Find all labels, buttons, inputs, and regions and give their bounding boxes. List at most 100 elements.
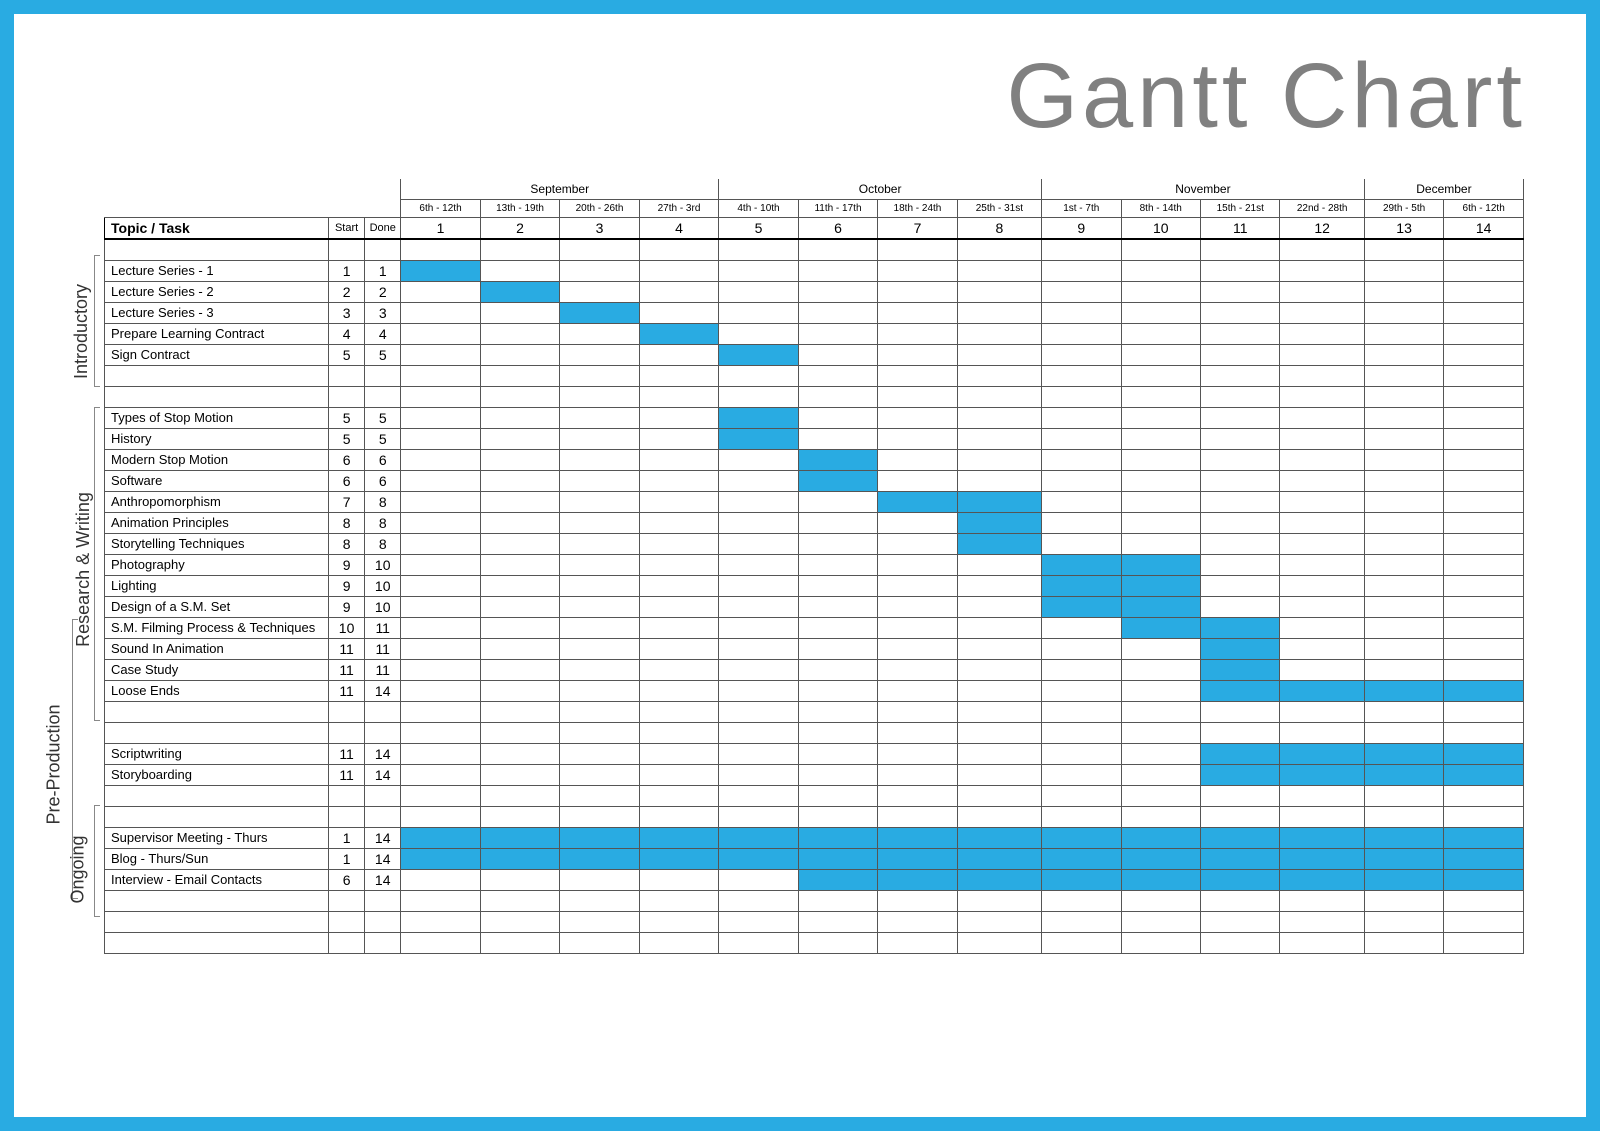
gantt-cell bbox=[798, 869, 877, 890]
gantt-cell bbox=[1444, 281, 1524, 302]
gantt-cell bbox=[957, 449, 1041, 470]
task-done: 5 bbox=[365, 344, 401, 365]
gantt-cell bbox=[639, 323, 719, 344]
gantt-cell bbox=[798, 617, 877, 638]
blank-row bbox=[105, 806, 1524, 827]
blank-row bbox=[105, 239, 1524, 260]
task-done: 11 bbox=[365, 638, 401, 659]
task-name: Lighting bbox=[105, 575, 329, 596]
gantt-cell bbox=[1444, 260, 1524, 281]
task-done: 6 bbox=[365, 449, 401, 470]
gantt-cell bbox=[1280, 428, 1364, 449]
gantt-cell bbox=[480, 260, 559, 281]
gantt-cell bbox=[957, 302, 1041, 323]
task-name: S.M. Filming Process & Techniques bbox=[105, 617, 329, 638]
gantt-cell bbox=[1042, 281, 1121, 302]
gantt-cell bbox=[1444, 407, 1524, 428]
gantt-cell bbox=[878, 407, 957, 428]
task-done: 2 bbox=[365, 281, 401, 302]
gantt-cell bbox=[719, 449, 798, 470]
gantt-cell bbox=[957, 344, 1041, 365]
gantt-cell bbox=[560, 449, 639, 470]
gantt-cell bbox=[480, 575, 559, 596]
gantt-cell bbox=[1364, 869, 1443, 890]
task-done: 14 bbox=[365, 869, 401, 890]
task-start: 1 bbox=[329, 260, 365, 281]
gantt-cell bbox=[957, 617, 1041, 638]
task-name: Software bbox=[105, 470, 329, 491]
gantt-cell bbox=[1280, 554, 1364, 575]
gantt-cell bbox=[957, 848, 1041, 869]
gantt-cell bbox=[480, 470, 559, 491]
page-frame: Gantt Chart Introductory Research & Writ… bbox=[0, 0, 1600, 1131]
table-row: Lighting910 bbox=[105, 575, 1524, 596]
gantt-cell bbox=[1280, 491, 1364, 512]
task-done: 14 bbox=[365, 743, 401, 764]
gantt-cell bbox=[957, 512, 1041, 533]
gantt-cell bbox=[798, 743, 877, 764]
task-done: 14 bbox=[365, 848, 401, 869]
gantt-cell bbox=[1200, 869, 1279, 890]
gantt-cell bbox=[719, 848, 798, 869]
gantt-cell bbox=[1444, 743, 1524, 764]
gantt-cell bbox=[480, 638, 559, 659]
gantt-cell bbox=[1121, 575, 1200, 596]
gantt-cell bbox=[1121, 680, 1200, 701]
task-done: 3 bbox=[365, 302, 401, 323]
gantt-cell bbox=[1364, 281, 1443, 302]
table-row: Lecture Series - 222 bbox=[105, 281, 1524, 302]
task-done: 4 bbox=[365, 323, 401, 344]
gantt-cell bbox=[480, 659, 559, 680]
gantt-cell bbox=[878, 596, 957, 617]
task-start: 9 bbox=[329, 575, 365, 596]
week-number-cell: 14 bbox=[1444, 217, 1524, 239]
gantt-cell bbox=[401, 491, 480, 512]
gantt-cell bbox=[798, 848, 877, 869]
gantt-cell bbox=[1200, 512, 1279, 533]
gantt-cell bbox=[1364, 533, 1443, 554]
gantt-cell bbox=[798, 428, 877, 449]
gantt-cell bbox=[1200, 743, 1279, 764]
gantt-cell bbox=[798, 302, 877, 323]
gantt-cell bbox=[1364, 260, 1443, 281]
gantt-cell bbox=[560, 869, 639, 890]
gantt-cell bbox=[480, 680, 559, 701]
gantt-cell bbox=[1280, 680, 1364, 701]
gantt-cell bbox=[1042, 827, 1121, 848]
week-number-cell: 10 bbox=[1121, 217, 1200, 239]
gantt-body: Lecture Series - 111Lecture Series - 222… bbox=[105, 239, 1524, 953]
week-number-cell: 2 bbox=[480, 217, 559, 239]
gantt-cell bbox=[639, 869, 719, 890]
table-row: Case Study1111 bbox=[105, 659, 1524, 680]
gantt-cell bbox=[639, 596, 719, 617]
gantt-cell bbox=[878, 659, 957, 680]
gantt-cell bbox=[401, 449, 480, 470]
gantt-cell bbox=[1200, 638, 1279, 659]
gantt-cell bbox=[560, 533, 639, 554]
gantt-cell bbox=[878, 575, 957, 596]
task-name: Loose Ends bbox=[105, 680, 329, 701]
gantt-cell bbox=[401, 659, 480, 680]
gantt-cell bbox=[401, 554, 480, 575]
gantt-cell bbox=[957, 554, 1041, 575]
gantt-cell bbox=[560, 407, 639, 428]
gantt-cell bbox=[798, 764, 877, 785]
gantt-cell bbox=[639, 743, 719, 764]
table-row: Anthropomorphism78 bbox=[105, 491, 1524, 512]
gantt-cell bbox=[1444, 680, 1524, 701]
gantt-cell bbox=[798, 323, 877, 344]
date-range-cell: 6th - 12th bbox=[401, 199, 480, 217]
gantt-cell bbox=[1200, 323, 1279, 344]
bracket bbox=[94, 407, 100, 721]
gantt-cell bbox=[719, 323, 798, 344]
gantt-cell bbox=[639, 575, 719, 596]
gantt-cell bbox=[1364, 827, 1443, 848]
gantt-cell bbox=[1444, 575, 1524, 596]
gantt-cell bbox=[1280, 764, 1364, 785]
bracket bbox=[94, 255, 100, 387]
date-range-cell: 27th - 3rd bbox=[639, 199, 719, 217]
gantt-cell bbox=[878, 617, 957, 638]
gantt-cell bbox=[1121, 344, 1200, 365]
task-start: 6 bbox=[329, 869, 365, 890]
gantt-cell bbox=[1121, 323, 1200, 344]
